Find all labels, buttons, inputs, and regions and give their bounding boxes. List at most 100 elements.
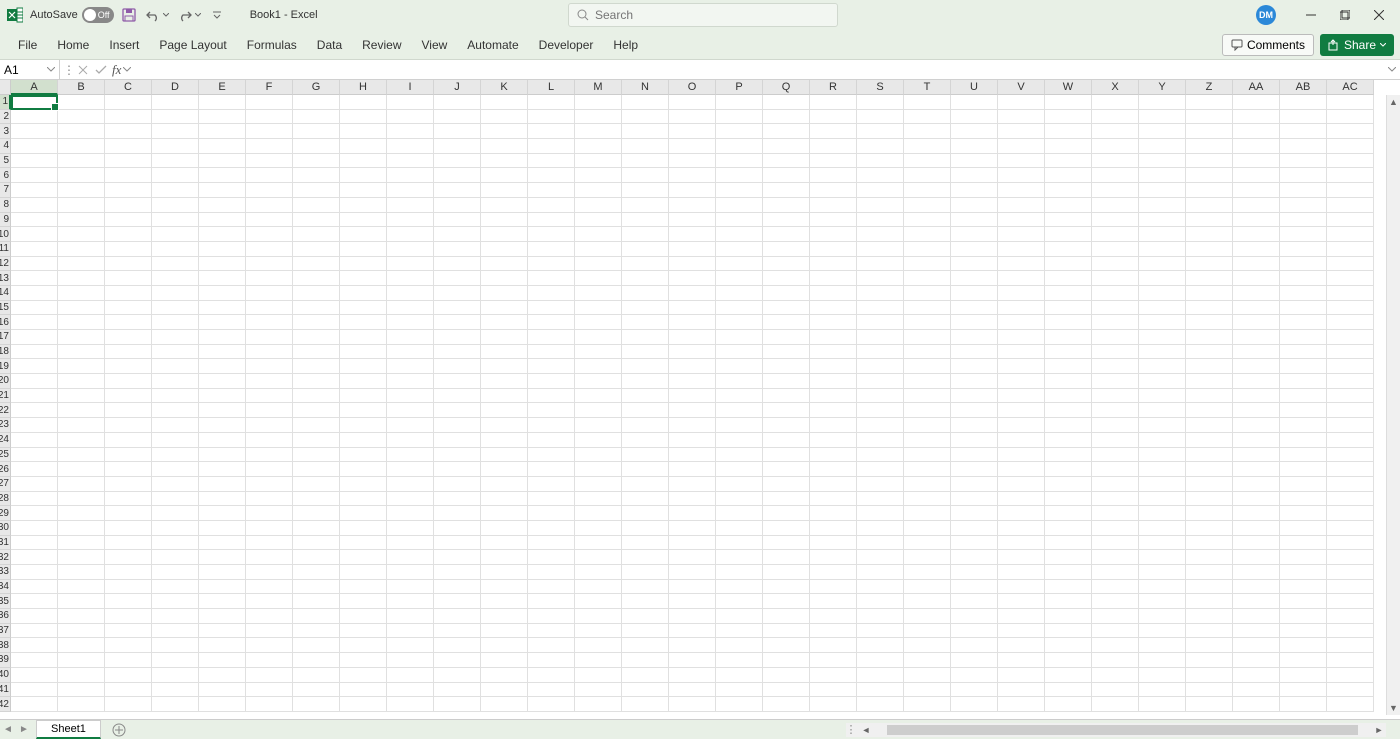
cell[interactable] — [904, 697, 951, 712]
cell[interactable] — [951, 139, 998, 154]
cell[interactable] — [434, 271, 481, 286]
cell[interactable] — [58, 271, 105, 286]
cell[interactable] — [1233, 683, 1280, 698]
cell[interactable] — [1280, 550, 1327, 565]
cells-area[interactable] — [11, 95, 1386, 715]
cell[interactable] — [1139, 653, 1186, 668]
cell[interactable] — [622, 110, 669, 125]
cell[interactable] — [998, 198, 1045, 213]
cell[interactable] — [11, 506, 58, 521]
cell[interactable] — [857, 418, 904, 433]
cell[interactable] — [105, 477, 152, 492]
column-header[interactable]: T — [904, 80, 951, 95]
cell[interactable] — [1327, 374, 1374, 389]
cell[interactable] — [199, 286, 246, 301]
cell[interactable] — [716, 448, 763, 463]
cell[interactable] — [481, 198, 528, 213]
cell[interactable] — [1233, 183, 1280, 198]
cell[interactable] — [152, 95, 199, 110]
cell[interactable] — [199, 668, 246, 683]
cell[interactable] — [58, 154, 105, 169]
cell[interactable] — [1186, 242, 1233, 257]
cell[interactable] — [246, 477, 293, 492]
cell[interactable] — [11, 124, 58, 139]
cell[interactable] — [246, 638, 293, 653]
cell[interactable] — [998, 154, 1045, 169]
cell[interactable] — [951, 359, 998, 374]
cell[interactable] — [1233, 462, 1280, 477]
tab-developer[interactable]: Developer — [529, 30, 604, 60]
cell[interactable] — [246, 433, 293, 448]
cell[interactable] — [11, 154, 58, 169]
cell[interactable] — [340, 506, 387, 521]
cell[interactable] — [11, 95, 58, 110]
cell[interactable] — [58, 594, 105, 609]
cell[interactable] — [857, 168, 904, 183]
cell[interactable] — [1233, 697, 1280, 712]
cell[interactable] — [340, 183, 387, 198]
cell[interactable] — [998, 506, 1045, 521]
cell[interactable] — [246, 624, 293, 639]
cell[interactable] — [857, 345, 904, 360]
cell[interactable] — [152, 345, 199, 360]
cell[interactable] — [1045, 301, 1092, 316]
cell[interactable] — [387, 565, 434, 580]
cell[interactable] — [152, 448, 199, 463]
cell[interactable] — [58, 183, 105, 198]
cell[interactable] — [1139, 477, 1186, 492]
row-header[interactable]: 14 — [0, 286, 11, 301]
cell[interactable] — [1280, 668, 1327, 683]
cell[interactable] — [1139, 168, 1186, 183]
cell[interactable] — [199, 462, 246, 477]
cell[interactable] — [904, 448, 951, 463]
cell[interactable] — [434, 697, 481, 712]
cell[interactable] — [763, 448, 810, 463]
cell[interactable] — [1092, 492, 1139, 507]
column-header[interactable]: I — [387, 80, 434, 95]
cell[interactable] — [387, 257, 434, 272]
cell[interactable] — [481, 301, 528, 316]
cell[interactable] — [810, 95, 857, 110]
cell[interactable] — [199, 330, 246, 345]
cell[interactable] — [669, 345, 716, 360]
cell[interactable] — [763, 110, 810, 125]
cell[interactable] — [669, 213, 716, 228]
cell[interactable] — [1139, 521, 1186, 536]
cell[interactable] — [199, 697, 246, 712]
cell[interactable] — [246, 550, 293, 565]
cell[interactable] — [1092, 433, 1139, 448]
row-header[interactable]: 23 — [0, 418, 11, 433]
cell[interactable] — [1045, 521, 1092, 536]
cell[interactable] — [105, 330, 152, 345]
save-button[interactable] — [120, 6, 138, 24]
cell[interactable] — [1233, 359, 1280, 374]
cell[interactable] — [1045, 462, 1092, 477]
cell[interactable] — [951, 638, 998, 653]
cell[interactable] — [1045, 242, 1092, 257]
cell[interactable] — [857, 95, 904, 110]
cell[interactable] — [1139, 183, 1186, 198]
cell[interactable] — [998, 550, 1045, 565]
cell[interactable] — [1186, 271, 1233, 286]
cell[interactable] — [11, 374, 58, 389]
cell[interactable] — [1139, 668, 1186, 683]
cell[interactable] — [575, 330, 622, 345]
cell[interactable] — [1139, 345, 1186, 360]
tab-formulas[interactable]: Formulas — [237, 30, 307, 60]
cell[interactable] — [1045, 638, 1092, 653]
cell[interactable] — [387, 609, 434, 624]
cell[interactable] — [11, 638, 58, 653]
cell[interactable] — [1139, 609, 1186, 624]
cell[interactable] — [387, 124, 434, 139]
cell[interactable] — [763, 609, 810, 624]
cell[interactable] — [1186, 418, 1233, 433]
cell[interactable] — [904, 301, 951, 316]
cell[interactable] — [528, 624, 575, 639]
cell[interactable] — [11, 389, 58, 404]
cell[interactable] — [105, 315, 152, 330]
cell[interactable] — [58, 315, 105, 330]
cell[interactable] — [716, 227, 763, 242]
cell[interactable] — [58, 550, 105, 565]
cell[interactable] — [763, 359, 810, 374]
cell[interactable] — [293, 683, 340, 698]
